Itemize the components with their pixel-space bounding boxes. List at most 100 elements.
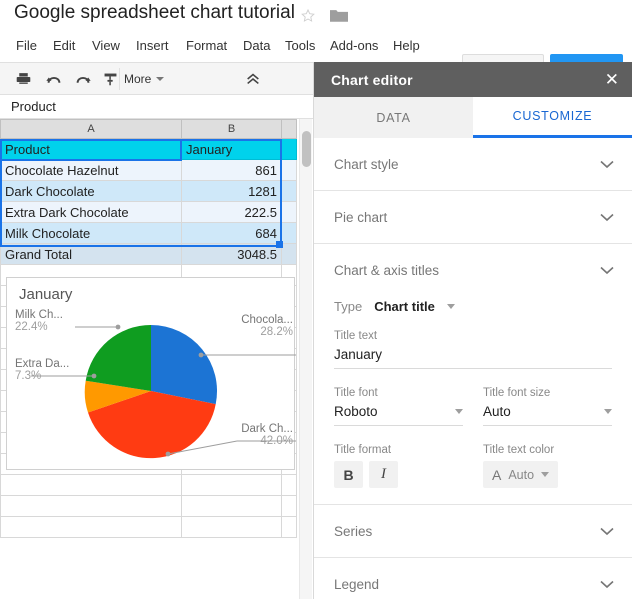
title-text-color-value: Auto xyxy=(508,467,535,482)
table-row[interactable]: Dark Chocolate 1281 xyxy=(0,180,297,202)
google-sheets-window: Google spreadsheet chart tutorial File E… xyxy=(0,0,632,599)
undo-icon[interactable] xyxy=(44,70,63,89)
scrollbar-thumb[interactable] xyxy=(302,131,311,167)
column-header-row: A B xyxy=(0,119,297,139)
cell-a18[interactable] xyxy=(0,495,182,517)
collapse-toolbar-button[interactable] xyxy=(244,71,262,92)
chevron-down-icon xyxy=(455,409,463,414)
cell-a17[interactable] xyxy=(0,474,182,496)
title-font-size-field: Title font size Auto xyxy=(483,387,612,426)
pie-chart-object[interactable]: January Chocola... 28.2% Milk Ch... 22.4… xyxy=(6,277,296,470)
column-header-c[interactable] xyxy=(281,119,297,139)
cell-b6[interactable]: 3048.5 xyxy=(181,243,282,265)
cell-c5[interactable] xyxy=(281,222,297,244)
spreadsheet-grid[interactable]: A B Product January Chocolate Hazelnut 8… xyxy=(0,119,313,599)
chevron-down-icon xyxy=(600,527,614,535)
cell-b1[interactable]: January xyxy=(181,138,282,160)
tab-customize[interactable]: CUSTOMIZE xyxy=(473,97,632,138)
menu-tools[interactable]: Tools xyxy=(280,36,320,55)
cell-a1[interactable]: Product xyxy=(0,138,182,160)
tab-data[interactable]: DATA xyxy=(314,97,473,138)
close-icon[interactable]: ✕ xyxy=(605,71,619,88)
menu-add-ons[interactable]: Add-ons xyxy=(325,36,383,55)
paint-format-icon[interactable] xyxy=(101,70,120,89)
section-chart-axis-titles-label: Chart & axis titles xyxy=(334,263,440,278)
cell-b2[interactable]: 861 xyxy=(181,159,282,181)
document-title[interactable]: Google spreadsheet chart tutorial xyxy=(14,2,295,24)
menu-file[interactable]: File xyxy=(11,36,42,55)
section-series[interactable]: Series xyxy=(314,505,632,558)
cell-b19[interactable] xyxy=(181,516,282,538)
table-row[interactable]: Extra Dark Chocolate 222.5 xyxy=(0,201,297,223)
cell-b17[interactable] xyxy=(181,474,282,496)
cell-a3[interactable]: Dark Chocolate xyxy=(0,180,182,202)
cell-c6[interactable] xyxy=(281,243,297,265)
more-label: More xyxy=(124,72,152,86)
cell-a6[interactable]: Grand Total xyxy=(0,243,182,265)
table-row[interactable]: Product January xyxy=(0,138,297,160)
title-text-color-button[interactable]: A Auto xyxy=(483,461,559,488)
redo-icon[interactable] xyxy=(73,70,92,89)
menu-insert[interactable]: Insert xyxy=(131,36,174,55)
title-text-input[interactable]: January xyxy=(334,347,612,369)
menu-help[interactable]: Help xyxy=(388,36,425,55)
section-chart-style-label: Chart style xyxy=(334,156,399,172)
menu-view[interactable]: View xyxy=(87,36,125,55)
menu-edit[interactable]: Edit xyxy=(48,36,80,55)
cell-a4[interactable]: Extra Dark Chocolate xyxy=(0,201,182,223)
section-legend-label: Legend xyxy=(334,576,380,592)
title-font-row: Title font Roboto Title font size Auto xyxy=(334,387,612,444)
title-font-size-select[interactable]: Auto xyxy=(483,404,612,426)
section-legend[interactable]: Legend xyxy=(314,558,632,599)
print-icon[interactable] xyxy=(14,70,33,89)
column-header-b[interactable]: B xyxy=(181,119,282,139)
table-row[interactable] xyxy=(0,495,297,517)
table-row[interactable] xyxy=(0,516,297,538)
toolbar-divider xyxy=(119,68,120,90)
title-font-select[interactable]: Roboto xyxy=(334,404,463,426)
cell-a5[interactable]: Milk Chocolate xyxy=(0,222,182,244)
cell-c2[interactable] xyxy=(281,159,297,181)
title-format-row: Title format B I Title text color A Auto xyxy=(334,444,612,504)
table-row[interactable]: Chocolate Hazelnut 861 xyxy=(0,159,297,181)
folder-icon[interactable] xyxy=(330,8,348,23)
formula-bar[interactable]: Product xyxy=(0,95,313,119)
sheet-vertical-scrollbar[interactable] xyxy=(299,119,312,599)
cell-a19[interactable] xyxy=(0,516,182,538)
pie-label-milk-chocolate: Milk Ch... 22.4% xyxy=(15,309,63,333)
cell-c4[interactable] xyxy=(281,201,297,223)
bold-button[interactable]: B xyxy=(334,461,363,488)
title-text-label: Title text xyxy=(334,330,378,342)
cell-b18[interactable] xyxy=(181,495,282,517)
more-button[interactable]: More xyxy=(124,72,165,86)
title-format-field: Title format B I xyxy=(334,444,463,488)
table-row[interactable]: Grand Total 3048.5 xyxy=(0,243,297,265)
section-chart-axis-titles[interactable]: Chart & axis titles xyxy=(314,244,632,297)
column-header-a[interactable]: A xyxy=(0,119,182,139)
star-outline-icon[interactable] xyxy=(300,8,316,24)
section-pie-chart[interactable]: Pie chart xyxy=(314,191,632,244)
cell-c19[interactable] xyxy=(281,516,297,538)
cell-c3[interactable] xyxy=(281,180,297,202)
italic-button[interactable]: I xyxy=(369,461,398,488)
cell-b5[interactable]: 684 xyxy=(181,222,282,244)
cell-b3[interactable]: 1281 xyxy=(181,180,282,202)
table-row[interactable] xyxy=(0,474,297,496)
chevron-double-up-icon xyxy=(247,73,259,85)
menu-format[interactable]: Format xyxy=(181,36,232,55)
cell-a2[interactable]: Chocolate Hazelnut xyxy=(0,159,182,181)
chevron-down-icon[interactable] xyxy=(446,304,455,309)
print-glyph xyxy=(16,73,31,84)
title-type-value[interactable]: Chart title xyxy=(374,299,435,314)
table-row[interactable]: Milk Chocolate 684 xyxy=(0,222,297,244)
formula-input[interactable]: Product xyxy=(0,99,56,114)
title-type-label: Type xyxy=(334,299,363,314)
cell-c18[interactable] xyxy=(281,495,297,517)
cell-b4[interactable]: 222.5 xyxy=(181,201,282,223)
menu-data[interactable]: Data xyxy=(238,36,275,55)
section-chart-style[interactable]: Chart style xyxy=(314,138,632,191)
title-font-size-label: Title font size xyxy=(483,387,551,399)
pie-slice-milk-chocolate xyxy=(85,324,151,391)
cell-c1[interactable] xyxy=(281,138,297,160)
cell-c17[interactable] xyxy=(281,474,297,496)
